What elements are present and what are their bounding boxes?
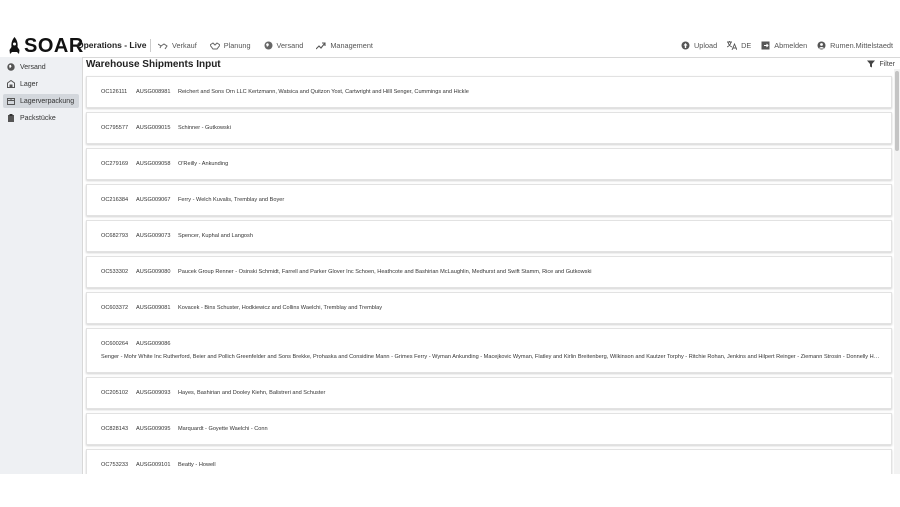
- nav-management[interactable]: Management: [316, 41, 373, 50]
- order-number: OC603372: [101, 305, 129, 311]
- sidebar-item-label: Versand: [20, 63, 46, 71]
- scrollbar-thumb[interactable]: [895, 71, 899, 151]
- globe-icon: [264, 41, 273, 50]
- shipment-row[interactable]: OC126111 AUSG008981 Reichert and Sons Orn …: [86, 76, 892, 108]
- nav-management-label: Management: [330, 41, 373, 50]
- main-nav: Verkauf Planung Versand Management: [158, 41, 373, 50]
- language-button[interactable]: DE: [727, 41, 751, 50]
- customer-name: Spencer, Kuphal and Langosh: [178, 233, 253, 239]
- app-window: SOAR Operations - Live Verkauf Planung V…: [0, 34, 900, 474]
- logout-icon: [761, 41, 770, 50]
- handshake-icon: [209, 41, 220, 49]
- sidebar-item-lagerverpackung[interactable]: Lagerverpackung: [3, 94, 79, 108]
- shipment-row[interactable]: OC216384 AUSG009067 Ferry - Welch Kuvalis,…: [86, 184, 892, 216]
- shipment-row[interactable]: OC205102 AUSG009093 Hayes, Bashirian and D…: [86, 377, 892, 409]
- order-number: OC753233: [101, 462, 129, 468]
- main-content: Warehouse Shipments Input Filter OC12611…: [84, 57, 900, 474]
- shipment-number: AUSG009101: [136, 462, 171, 468]
- user-icon: [817, 41, 826, 50]
- order-number: OC279169: [101, 161, 129, 167]
- shipment-row[interactable]: OC600264 AUSG009086 Senger - Mohr White In…: [86, 328, 892, 373]
- filter-label: Filter: [879, 60, 895, 68]
- customer-name: Beatty - Howell: [178, 462, 216, 468]
- customer-name: Paucek Group Renner - Osinski Schmidt, F…: [178, 269, 592, 275]
- customer-name: Kovacek - Bins Schuster, Hodkiewicz and …: [178, 305, 383, 311]
- shipment-row[interactable]: OC828143 AUSG009095 Marquardt - Goyette Wa…: [86, 413, 892, 445]
- shipment-number: AUSG009073: [136, 233, 171, 239]
- globe-icon: [7, 63, 15, 71]
- app-title: Operations - Live: [77, 40, 147, 50]
- language-label: DE: [741, 41, 752, 50]
- divider: [150, 39, 151, 52]
- logo[interactable]: SOAR: [7, 36, 84, 56]
- logo-text: SOAR: [24, 35, 84, 57]
- customer-name: O'Reilly - Ankunding: [178, 161, 229, 167]
- shipment-row[interactable]: OC533302 AUSG009080 Paucek Group Renner - …: [86, 256, 892, 288]
- nav-planung-label: Planung: [223, 41, 251, 50]
- trend-icon: [316, 41, 326, 49]
- order-number: OC533302: [101, 269, 129, 275]
- customer-name: Marquardt - Goyette Waelchi - Conn: [178, 426, 268, 432]
- shipment-number: AUSG009081: [136, 305, 171, 311]
- shipment-number: AUSG009093: [136, 390, 171, 396]
- page-title: Warehouse Shipments Input: [86, 59, 221, 70]
- sidebar: Versand Lager Lagerverpackung Packstücke: [0, 57, 83, 474]
- order-number: OC682793: [101, 233, 129, 239]
- shipment-number: AUSG008981: [136, 89, 171, 95]
- customer-name: Schinner - Gutkowski: [178, 125, 231, 131]
- sidebar-item-label: Packstücke: [20, 114, 56, 122]
- nav-verkauf-label: Verkauf: [172, 41, 197, 50]
- nav-verkauf[interactable]: Verkauf: [158, 41, 197, 50]
- top-bar: SOAR Operations - Live Verkauf Planung V…: [0, 34, 900, 58]
- order-number: OC216384: [101, 197, 129, 203]
- upload-icon: [681, 41, 690, 50]
- nav-versand-label: Versand: [276, 41, 304, 50]
- nav-planung[interactable]: Planung: [209, 41, 251, 50]
- sidebar-item-lager[interactable]: Lager: [3, 77, 79, 91]
- user-menu[interactable]: Rumen.Mittelstaedt: [817, 41, 893, 50]
- shipment-number: AUSG009086: [136, 341, 171, 347]
- translate-icon: [727, 41, 738, 50]
- shipment-number: AUSG009058: [136, 161, 171, 167]
- rocket-icon: [9, 37, 20, 54]
- filter-button[interactable]: Filter: [867, 60, 895, 68]
- upload-button[interactable]: Upload: [681, 41, 717, 50]
- shipment-row[interactable]: OC753233 AUSG009101 Beatty - Howell: [86, 449, 892, 474]
- user-name: Rumen.Mittelstaedt: [830, 41, 893, 50]
- customer-name: Ferry - Welch Kuvalis, Tremblay and Boye…: [178, 197, 285, 203]
- order-number: OC828143: [101, 426, 129, 432]
- truck-icon: [158, 42, 168, 49]
- sidebar-item-packstuecke[interactable]: Packstücke: [3, 111, 79, 125]
- shipment-number: AUSG009015: [136, 125, 171, 131]
- header-actions: Upload DE Abmelden Rumen.Mittelstaedt: [681, 41, 893, 50]
- sidebar-item-label: Lager: [20, 80, 38, 88]
- upload-label: Upload: [694, 41, 718, 50]
- clipboard-icon: [8, 114, 14, 122]
- sidebar-item-label: Lagerverpackung: [20, 97, 75, 105]
- shipment-number: AUSG009080: [136, 269, 171, 275]
- order-number: OC795577: [101, 125, 129, 131]
- shipment-list: OC126111 AUSG008981 Reichert and Sons Orn …: [86, 76, 892, 474]
- shipment-row[interactable]: OC603372 AUSG009081 Kovacek - Bins Schuste…: [86, 292, 892, 324]
- order-number: OC126111: [101, 89, 128, 95]
- shipment-number: AUSG009067: [136, 197, 171, 203]
- shipment-row[interactable]: OC682793 AUSG009073 Spencer, Kuphal and La…: [86, 220, 892, 252]
- filter-icon: [867, 60, 876, 68]
- shipment-row[interactable]: OC279169 AUSG009058 O'Reilly - Ankunding: [86, 148, 892, 180]
- logout-label: Abmelden: [774, 41, 808, 50]
- customer-name: Senger - Mohr White Inc Rutherford, Beie…: [101, 354, 881, 360]
- logout-button[interactable]: Abmelden: [761, 41, 807, 50]
- customer-name: Hayes, Bashirian and Dooley Kiehn, Balis…: [178, 390, 326, 396]
- customer-name: Reichert and Sons Orn LLC Kertzmann, Wat…: [178, 89, 469, 95]
- warehouse-icon: [7, 80, 15, 88]
- package-icon: [7, 98, 15, 105]
- scrollbar[interactable]: [894, 69, 900, 474]
- order-number: OC205102: [101, 390, 129, 396]
- order-number: OC600264: [101, 341, 129, 347]
- nav-versand[interactable]: Versand: [264, 41, 304, 50]
- shipment-row[interactable]: OC795577 AUSG009015 Schinner - Gutkowski: [86, 112, 892, 144]
- shipment-number: AUSG009095: [136, 426, 171, 432]
- sidebar-item-versand[interactable]: Versand: [3, 60, 79, 74]
